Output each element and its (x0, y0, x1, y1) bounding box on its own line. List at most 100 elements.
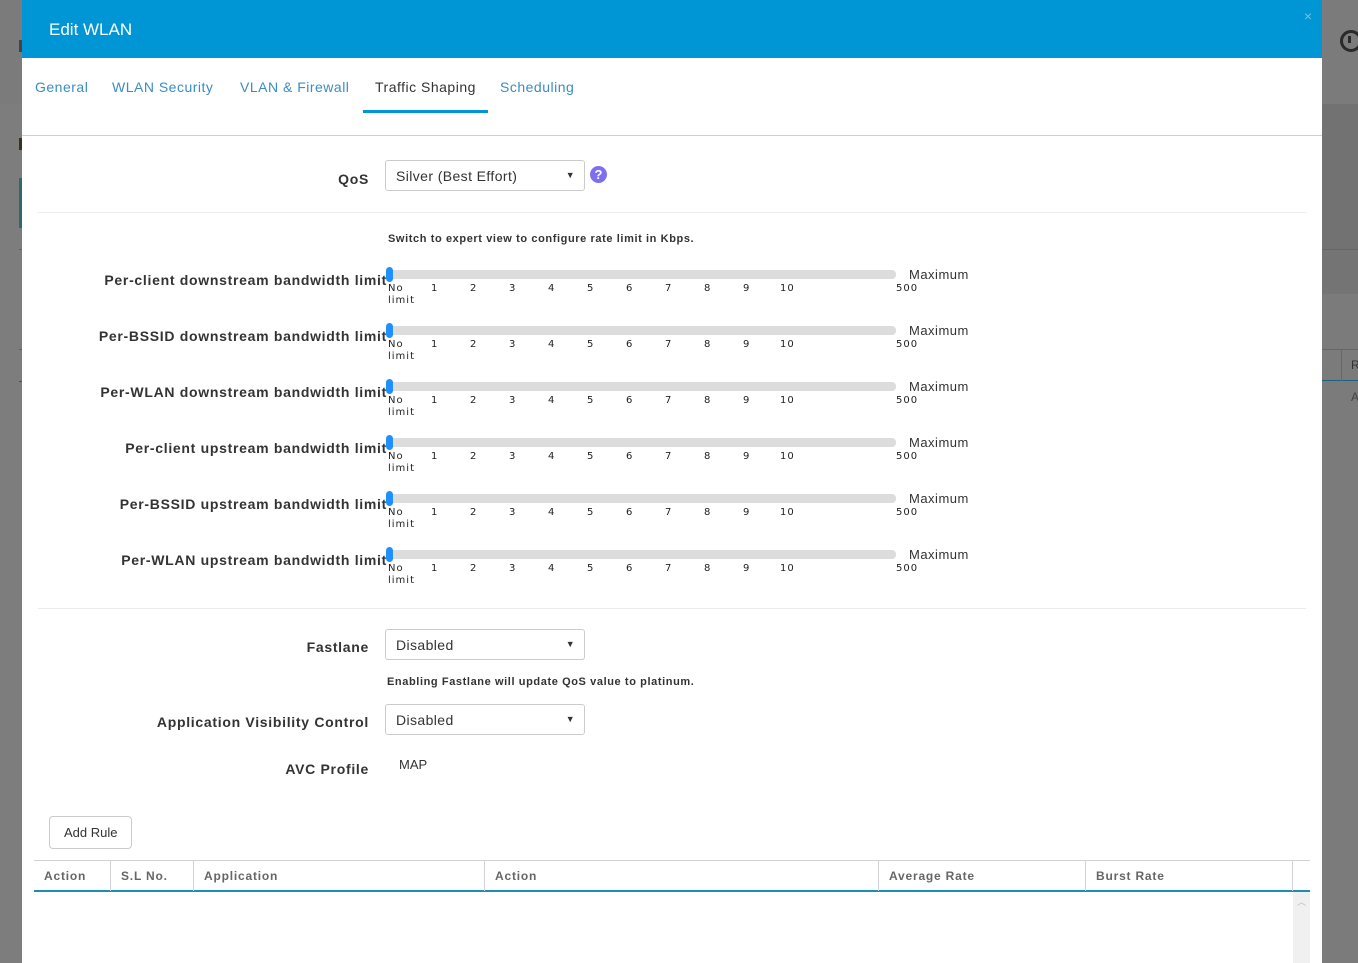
download-icon (1340, 30, 1358, 52)
slider-tick-label: 5 (587, 563, 594, 575)
column-header-application[interactable]: Application (194, 861, 485, 891)
qos-select[interactable]: Silver (Best Effort) ▼ (385, 160, 585, 191)
slider-tick-label: 1 (431, 283, 438, 295)
section-divider (38, 212, 1306, 213)
help-icon[interactable]: ? (590, 166, 607, 183)
slider-tick-label: 6 (626, 283, 633, 295)
slider-tick-label: 2 (470, 395, 477, 407)
qos-label: QoS (338, 171, 369, 187)
slider-label: Per-BSSID downstream bandwidth limit (99, 328, 387, 344)
slider-tick-label: 9 (743, 395, 750, 407)
slider-label: Per-BSSID upstream bandwidth limit (120, 496, 387, 512)
tab-scheduling[interactable]: Scheduling (500, 79, 574, 104)
slider-track[interactable] (386, 270, 896, 279)
slider-tick-label: 2 (470, 283, 477, 295)
background-table-header: R (1322, 349, 1358, 381)
bandwidth-slider-row: Per-client downstream bandwidth limitNo … (22, 270, 1322, 326)
modal-title: Edit WLAN (49, 20, 132, 40)
slider-thumb[interactable] (386, 379, 393, 394)
slider-tick-label: 10 (780, 451, 795, 463)
fastlane-select[interactable]: Disabled ▼ (385, 629, 585, 660)
slider-max-label: Maximum (909, 267, 969, 282)
slider-tick-label: 9 (743, 339, 750, 351)
slider-tick-label: 9 (743, 563, 750, 575)
background-panel (1322, 104, 1358, 249)
slider-tick-label: 500 (896, 395, 918, 407)
slider-thumb[interactable] (386, 323, 393, 338)
avc-label: Application Visibility Control (157, 714, 369, 730)
avc-select[interactable]: Disabled ▼ (385, 704, 585, 735)
slider-tick-label: 7 (665, 339, 672, 351)
slider-tick-label: 10 (780, 507, 795, 519)
slider-label: Per-client upstream bandwidth limit (125, 440, 387, 456)
slider-tick-label: 3 (509, 563, 516, 575)
table-scrollbar[interactable]: ︿ (1293, 892, 1310, 963)
slider-tick-label: 1 (431, 507, 438, 519)
slider-tick-label: 10 (780, 563, 795, 575)
slider-tick-label: No limit (388, 339, 418, 363)
slider-tick-label: 6 (626, 395, 633, 407)
slider-thumb[interactable] (386, 435, 393, 450)
slider-track[interactable] (386, 382, 896, 391)
slider-tick-label: 10 (780, 339, 795, 351)
slider-tick-label: 3 (509, 451, 516, 463)
slider-tick-label: 5 (587, 451, 594, 463)
tab-traffic-shaping[interactable]: Traffic Shaping (375, 79, 476, 104)
slider-max-label: Maximum (909, 379, 969, 394)
column-header-burst-rate[interactable]: Burst Rate (1086, 861, 1293, 891)
tab-wlan-security[interactable]: WLAN Security (112, 79, 213, 104)
bandwidth-slider-row: Per-client upstream bandwidth limitNo li… (22, 438, 1322, 494)
slider-tick-label: 4 (548, 451, 555, 463)
slider-tick-label: 9 (743, 283, 750, 295)
slider-tick-label: 7 (665, 283, 672, 295)
slider-tick-label: 500 (896, 283, 918, 295)
column-header-average-rate[interactable]: Average Rate (879, 861, 1086, 891)
avc-rules-table: Action S.L No. Application Action Averag… (34, 860, 1310, 963)
slider-thumb[interactable] (386, 547, 393, 562)
slider-tick-label: 6 (626, 507, 633, 519)
slider-tick-label: 10 (780, 395, 795, 407)
slider-tick-label: 2 (470, 563, 477, 575)
slider-tick-label: 500 (896, 563, 918, 575)
slider-tick-label: 8 (704, 339, 711, 351)
qos-select-value: Silver (Best Effort) (396, 168, 517, 184)
column-header-action[interactable]: Action (34, 861, 111, 891)
slider-thumb[interactable] (386, 491, 393, 506)
slider-thumb[interactable] (386, 267, 393, 282)
slider-tick-label: 3 (509, 339, 516, 351)
slider-track[interactable] (386, 550, 896, 559)
slider-tick-label: 500 (896, 507, 918, 519)
slider-track[interactable] (386, 494, 896, 503)
slider-tick-label: 7 (665, 507, 672, 519)
add-rule-button[interactable]: Add Rule (49, 816, 132, 849)
background-cell-text: A (1351, 390, 1358, 404)
avc-select-value: Disabled (396, 712, 454, 728)
slider-tick-label: 9 (743, 451, 750, 463)
slider-tick-label: No limit (388, 563, 418, 587)
slider-tick-label: 5 (587, 283, 594, 295)
slider-tick-label: 10 (780, 283, 795, 295)
slider-tick-label: 2 (470, 339, 477, 351)
slider-tick-label: No limit (388, 451, 418, 475)
slider-tick-label: 4 (548, 563, 555, 575)
avc-profile-label: AVC Profile (285, 761, 369, 777)
slider-tick-label: 4 (548, 339, 555, 351)
column-header-rule-action[interactable]: Action (485, 861, 879, 891)
slider-max-label: Maximum (909, 323, 969, 338)
scroll-up-icon[interactable]: ︿ (1297, 895, 1306, 908)
slider-tick-label: 7 (665, 563, 672, 575)
tab-vlan-firewall[interactable]: VLAN & Firewall (240, 79, 349, 104)
close-icon[interactable]: × (1304, 8, 1312, 24)
slider-track[interactable] (386, 326, 896, 335)
chevron-down-icon: ▼ (566, 639, 575, 649)
slider-tick-label: 1 (431, 563, 438, 575)
slider-track[interactable] (386, 438, 896, 447)
fastlane-label: Fastlane (307, 639, 369, 655)
column-header-sl-no[interactable]: S.L No. (111, 861, 194, 891)
slider-tick-label: 7 (665, 395, 672, 407)
slider-tick-label: No limit (388, 395, 418, 419)
slider-tick-label: No limit (388, 507, 418, 531)
background-column-separator (1341, 350, 1342, 381)
chevron-down-icon: ▼ (566, 714, 575, 724)
tab-general[interactable]: General (35, 79, 88, 104)
